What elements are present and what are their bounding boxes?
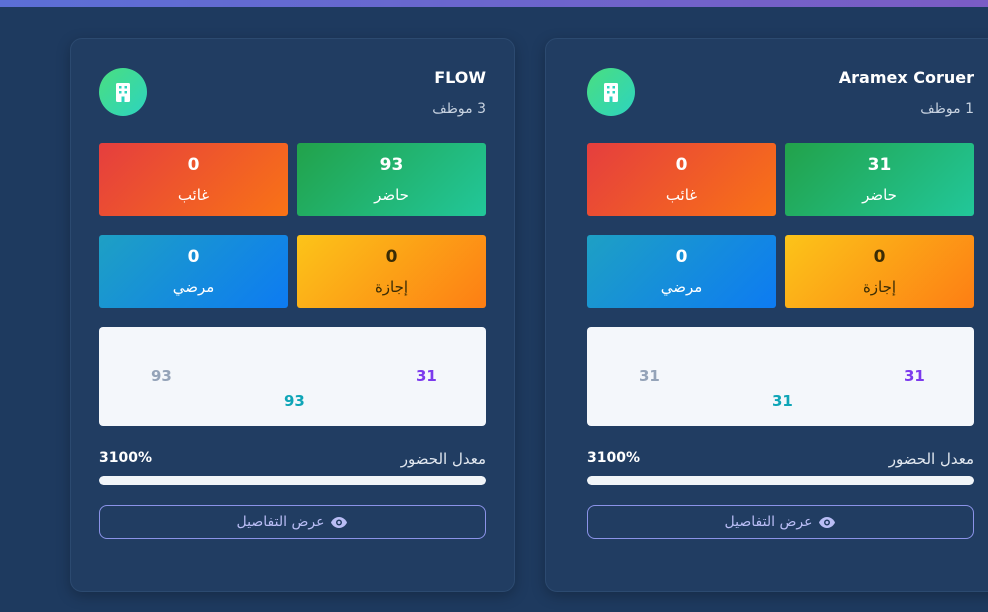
absent-label: غائب: [665, 186, 698, 204]
leave-tile: 0 إجازة: [785, 235, 974, 308]
chart-value-2: 93: [151, 367, 172, 385]
view-details-button[interactable]: عرض التفاصيل: [587, 505, 974, 539]
building-icon: [99, 68, 147, 116]
chart-value-3: 31: [772, 392, 793, 410]
leave-value: 0: [873, 247, 886, 267]
absent-tile: 0 غائب: [587, 143, 776, 216]
sick-tile: 0 مرضي: [99, 235, 288, 308]
view-details-label: عرض التفاصيل: [724, 514, 813, 530]
attendance-rate-label: معدل الحضور: [888, 450, 974, 468]
present-tile: 93 حاضر: [297, 143, 486, 216]
view-details-label: عرض التفاصيل: [236, 514, 325, 530]
present-tile: 31 حاضر: [785, 143, 974, 216]
present-label: حاضر: [862, 186, 897, 204]
present-label: حاضر: [374, 186, 409, 204]
eye-icon: [330, 516, 348, 529]
company-name: Aramex Coruer: [838, 68, 974, 87]
employee-count: 1 موظف: [920, 101, 974, 117]
sick-value: 0: [187, 247, 200, 267]
present-value: 31: [867, 155, 892, 175]
leave-label: إجازة: [862, 278, 897, 296]
employee-count: 3 موظف: [432, 101, 486, 117]
present-value: 93: [379, 155, 404, 175]
attendance-chart: 31 31 31: [587, 327, 974, 426]
leave-value: 0: [385, 247, 398, 267]
attendance-progress-bar: [587, 476, 974, 485]
chart-value-2: 31: [639, 367, 660, 385]
sick-tile: 0 مرضي: [587, 235, 776, 308]
chart-value-1: 31: [416, 367, 437, 385]
chart-value-1: 31: [904, 367, 925, 385]
absent-value: 0: [187, 155, 200, 175]
sick-label: مرضي: [660, 278, 703, 296]
sick-label: مرضي: [172, 278, 215, 296]
chart-value-3: 93: [284, 392, 305, 410]
absent-value: 0: [675, 155, 688, 175]
absent-label: غائب: [177, 186, 210, 204]
absent-tile: 0 غائب: [99, 143, 288, 216]
company-card-flow: FLOW 3 موظف 93 حاضر 0 غائب 0 إجازة 0 مرض…: [70, 38, 515, 592]
sick-value: 0: [675, 247, 688, 267]
attendance-progress-bar: [99, 476, 486, 485]
leave-label: إجازة: [374, 278, 409, 296]
view-details-button[interactable]: عرض التفاصيل: [99, 505, 486, 539]
attendance-rate-label: معدل الحضور: [400, 450, 486, 468]
eye-icon: [818, 516, 836, 529]
company-card-aramex: Aramex Coruer 1 موظف 31 حاضر 0 غائب 0 إج…: [545, 38, 988, 592]
attendance-chart: 31 93 93: [99, 327, 486, 426]
attendance-rate-value: 3100%: [99, 450, 152, 466]
leave-tile: 0 إجازة: [297, 235, 486, 308]
top-accent-bar: [0, 0, 988, 7]
building-icon: [587, 68, 635, 116]
company-name: FLOW: [434, 68, 486, 87]
attendance-progress-fill: [587, 476, 974, 485]
attendance-progress-fill: [99, 476, 486, 485]
attendance-rate-value: 3100%: [587, 450, 640, 466]
